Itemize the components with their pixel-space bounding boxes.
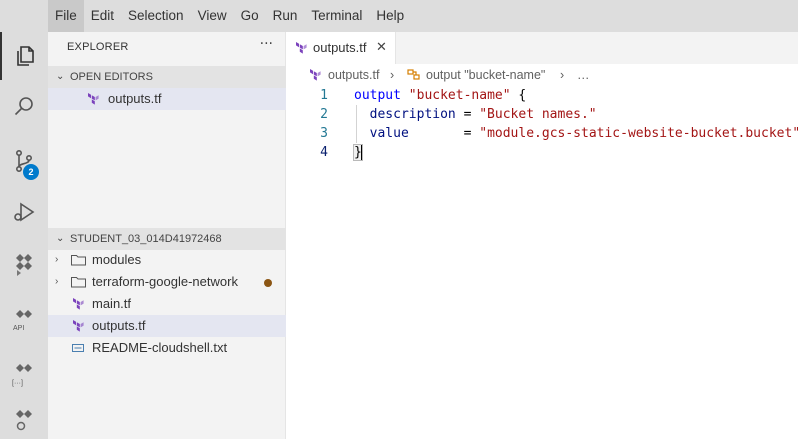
code-text: output "bucket-name" { — [354, 88, 527, 103]
search-icon — [14, 97, 33, 116]
explorer-title: EXPLORER — [67, 41, 129, 53]
open-editor-label: outputs.tf — [108, 91, 162, 106]
breadcrumb-separator: › — [560, 68, 565, 82]
open-editor-item[interactable]: outputs.tf — [48, 88, 286, 110]
symbol-module-icon — [407, 69, 420, 80]
tree-label: modules — [92, 252, 142, 267]
tree-label: outputs.tf — [92, 318, 146, 333]
text-cursor — [360, 144, 363, 161]
code-text: description = "Bucket names." — [369, 107, 597, 122]
code-line: 4 } — [286, 143, 798, 162]
menu-run[interactable]: Run — [266, 0, 305, 32]
cloud-code-icon — [16, 254, 32, 276]
tab-label: outputs.tf — [313, 40, 367, 55]
source-control-activity[interactable]: 2 — [0, 137, 48, 185]
line-number: 2 — [320, 107, 328, 122]
tree-file-readme[interactable]: README-cloudshell.txt — [48, 337, 286, 359]
cloud-secrets-icon — [16, 364, 32, 372]
tree-label: README-cloudshell.txt — [92, 340, 228, 355]
menu-go[interactable]: Go — [234, 0, 266, 32]
source-control-badge: 2 — [23, 164, 39, 180]
code-text: value = "module.gcs-static-website-bucke… — [369, 126, 798, 141]
folder-icon — [71, 277, 86, 288]
workspace-label: STUDENT_03_014D41972468 — [70, 233, 222, 245]
breadcrumb-separator: › — [390, 68, 395, 82]
tree-folder-terraform-google-network[interactable]: › terraform-google-network — [48, 271, 286, 293]
menu-help[interactable]: Help — [369, 0, 411, 32]
tree-file-main-tf[interactable]: main.tf — [48, 293, 286, 315]
activity-bar: 2 API [···] — [0, 32, 48, 439]
brackets-label: [···] — [12, 380, 23, 387]
workspace-header[interactable]: ⌄ STUDENT_03_014D41972468 — [48, 228, 286, 250]
line-number: 4 — [320, 145, 328, 160]
chevron-down-icon: ⌄ — [56, 233, 65, 244]
cloud-secrets-activity[interactable]: [···] — [0, 348, 48, 396]
code-line: 2 description = "Bucket names." — [286, 105, 798, 124]
close-icon[interactable]: ✕ — [376, 39, 387, 55]
code-line: 3 value = "module.gcs-static-website-buc… — [286, 124, 798, 143]
menu-file[interactable]: File — [48, 0, 84, 32]
menu-selection[interactable]: Selection — [121, 0, 191, 32]
explorer-activity[interactable] — [0, 32, 48, 80]
terraform-icon — [73, 298, 84, 310]
cloud-api-activity[interactable]: API — [0, 294, 48, 342]
cloud-code-activity[interactable] — [0, 240, 48, 288]
tree-folder-modules[interactable]: › modules — [48, 249, 286, 271]
code-editor[interactable]: 1 output "bucket-name" { 2 description =… — [286, 86, 798, 439]
tree-label: terraform-google-network — [92, 274, 238, 289]
tree-file-outputs-tf[interactable]: outputs.tf — [48, 315, 286, 337]
terraform-icon — [73, 320, 84, 332]
modified-indicator — [264, 279, 272, 287]
breadcrumb-symbol[interactable]: output "bucket-name" — [426, 68, 545, 82]
open-editors-label: OPEN EDITORS — [70, 71, 153, 83]
api-label: API — [13, 325, 25, 332]
open-editors-header[interactable]: ⌄ OPEN EDITORS — [48, 66, 286, 88]
folder-icon — [71, 255, 86, 266]
cloud-tools-icon — [16, 410, 32, 431]
explorer-sidebar: EXPLORER ··· ⌄ OPEN EDITORS outputs.tf ⌄… — [48, 32, 286, 439]
run-debug-activity[interactable] — [0, 188, 48, 236]
tab-outputs-tf[interactable]: outputs.tf ✕ — [286, 32, 396, 64]
chevron-down-icon: ⌄ — [56, 71, 65, 82]
search-activity[interactable] — [0, 82, 48, 130]
menu-view[interactable]: View — [191, 0, 234, 32]
line-number: 3 — [320, 126, 328, 141]
breadcrumb-more[interactable]: … — [577, 68, 590, 82]
terraform-icon — [88, 93, 99, 105]
code-line: 1 output "bucket-name" { — [286, 86, 798, 105]
breadcrumb: outputs.tf › output "bucket-name" › … — [286, 64, 798, 86]
cloud-tools-activity[interactable] — [0, 396, 48, 439]
menu-edit[interactable]: Edit — [84, 0, 121, 32]
app-logo-area — [0, 0, 48, 32]
chevron-right-icon: › — [55, 276, 59, 287]
line-number: 1 — [320, 88, 328, 103]
terraform-icon — [310, 69, 321, 81]
files-icon — [17, 46, 34, 66]
breadcrumb-file[interactable]: outputs.tf — [328, 68, 379, 82]
chevron-right-icon: › — [55, 254, 59, 265]
editor-tab-bar: outputs.tf ✕ — [286, 32, 798, 64]
menu-bar: File Edit Selection View Go Run Terminal… — [0, 0, 798, 32]
run-debug-icon — [14, 202, 35, 222]
menu-terminal[interactable]: Terminal — [304, 0, 369, 32]
text-file-icon — [72, 344, 84, 352]
terraform-icon — [296, 42, 307, 54]
code-text: } — [353, 143, 363, 162]
more-actions-icon[interactable]: ··· — [260, 36, 273, 52]
tree-label: main.tf — [92, 296, 132, 311]
